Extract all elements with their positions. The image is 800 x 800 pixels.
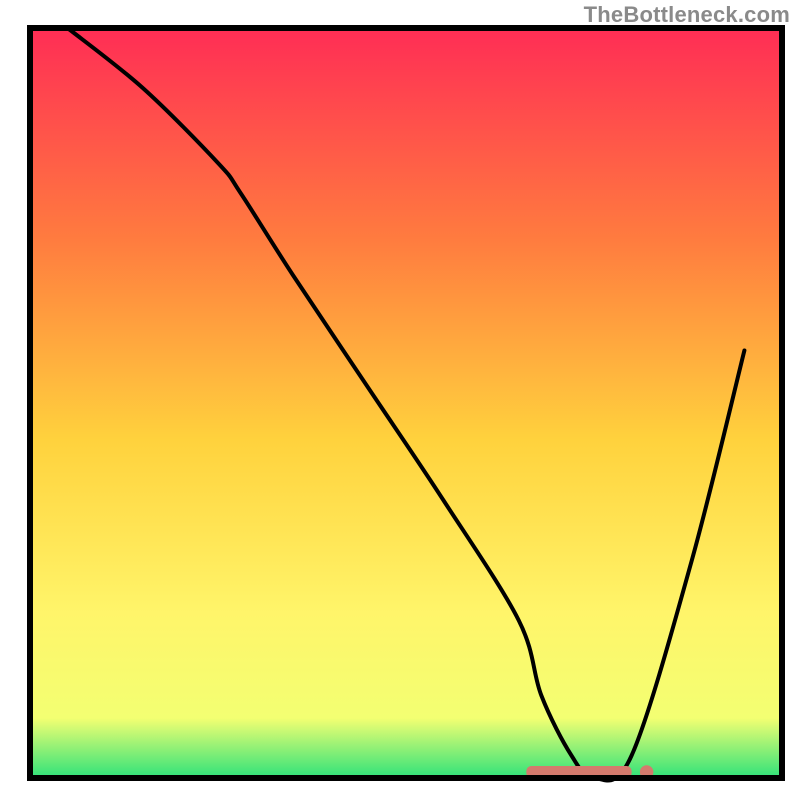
gradient-background (30, 28, 782, 778)
bottleneck-chart (0, 0, 800, 800)
chart-stage: TheBottleneck.com (0, 0, 800, 800)
